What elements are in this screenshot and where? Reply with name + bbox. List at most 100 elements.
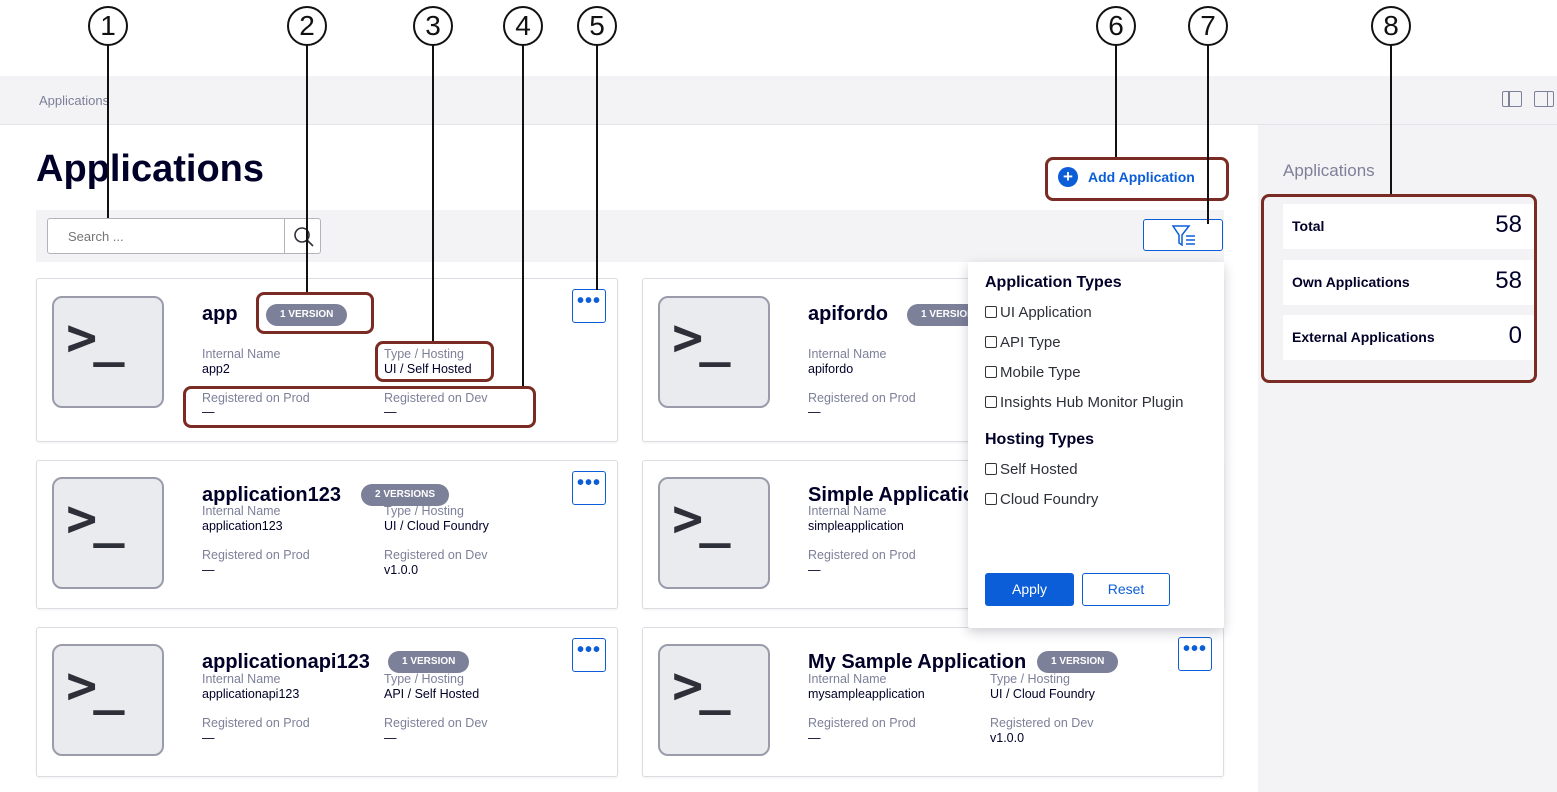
more-options-button[interactable]: ••• (572, 471, 606, 505)
registered-prod-label: Registered on Prod (808, 716, 916, 730)
checkbox[interactable] (985, 396, 997, 408)
registered-dev-label: Registered on Dev (990, 716, 1094, 730)
breadcrumb[interactable]: Applications (39, 93, 109, 108)
filter-button[interactable] (1143, 219, 1223, 251)
type-hosting-value: API / Self Hosted (384, 687, 480, 701)
registered-prod-value: — (808, 563, 821, 577)
type-hosting-label: Type / Hosting (384, 672, 464, 686)
stat-external-applications: External Applications 0 (1283, 315, 1534, 360)
filter-option-label: Mobile Type (1000, 364, 1081, 381)
internal-name-value: apifordo (808, 362, 854, 376)
add-application-label: Add Application (1088, 169, 1195, 185)
add-application-button[interactable]: + Add Application (1058, 163, 1208, 191)
callout-6: 6 (1096, 6, 1136, 46)
checkbox[interactable] (985, 306, 997, 318)
internal-name-label: Internal Name (202, 672, 281, 686)
application-card[interactable]: >_ applicationapi123 1 VERSION Internal … (36, 627, 618, 777)
stat-own-applications: Own Applications 58 (1283, 260, 1534, 305)
checkbox[interactable] (985, 366, 997, 378)
callout-line (306, 44, 308, 292)
internal-name-label: Internal Name (808, 504, 887, 518)
filter-option-mobile-type[interactable]: Mobile Type (985, 362, 1207, 383)
filter-option-label: Self Hosted (1000, 461, 1078, 478)
callout-line (522, 44, 524, 386)
registered-prod-label: Registered on Prod (808, 391, 916, 405)
application-name[interactable]: My Sample Application (808, 651, 1026, 674)
registered-prod-value: — (202, 405, 215, 419)
sidebar-title: Applications (1283, 161, 1375, 180)
application-card[interactable]: >_ My Sample Application 1 VERSION Inter… (642, 627, 1224, 777)
search-icon (294, 227, 314, 247)
version-badge: 1 VERSION (266, 304, 348, 326)
application-card[interactable]: >_ application123 2 VERSIONS Internal Na… (36, 460, 618, 609)
terminal-icon: >_ (658, 644, 770, 756)
terminal-icon: >_ (52, 296, 164, 408)
application-card[interactable]: >_ app 1 VERSION Internal Name app2 Type… (36, 278, 618, 442)
callout-line (1115, 44, 1117, 157)
registered-dev-value: v1.0.0 (990, 731, 1025, 745)
registered-prod-value: — (202, 731, 215, 745)
filter-popover: Application Types UI Application API Typ… (968, 262, 1224, 628)
callout-line (107, 44, 109, 218)
callout-3: 3 (413, 6, 453, 46)
filter-option-api-type[interactable]: API Type (985, 332, 1207, 353)
registered-dev-value: v1.0.0 (384, 563, 419, 577)
reset-button[interactable]: Reset (1082, 573, 1170, 606)
registered-dev-value: — (384, 731, 397, 745)
checkbox[interactable] (985, 336, 997, 348)
registered-dev-value: — (384, 405, 397, 419)
filter-option-label: Cloud Foundry (1000, 491, 1099, 508)
apply-button[interactable]: Apply (985, 573, 1074, 606)
filter-option-label: API Type (1000, 334, 1061, 351)
stat-label: External Applications (1292, 329, 1435, 345)
application-types-heading: Application Types (985, 274, 1122, 291)
stat-value: 58 (1495, 211, 1522, 238)
internal-name-label: Internal Name (808, 347, 887, 361)
stat-label: Own Applications (1292, 274, 1410, 290)
callout-8: 8 (1371, 6, 1411, 46)
type-hosting-label: Type / Hosting (384, 347, 464, 361)
type-hosting-label: Type / Hosting (384, 504, 464, 518)
stat-value: 0 (1508, 322, 1522, 349)
layout-left-panel-icon[interactable] (1502, 91, 1522, 107)
version-badge: 2 VERSIONS (361, 484, 450, 506)
application-name[interactable]: app (202, 303, 238, 326)
filter-option-insights-hub-monitor-plugin[interactable]: Insights Hub Monitor Plugin (985, 392, 1207, 413)
registered-prod-label: Registered on Prod (808, 548, 916, 562)
terminal-icon: >_ (658, 296, 770, 408)
callout-line (432, 44, 434, 341)
more-options-button[interactable]: ••• (1178, 637, 1212, 671)
callout-line (1207, 44, 1209, 224)
filter-option-ui-application[interactable]: UI Application (985, 302, 1207, 323)
checkbox[interactable] (985, 463, 997, 475)
page-title: Applications (36, 148, 265, 190)
callout-5: 5 (577, 6, 617, 46)
registered-dev-label: Registered on Dev (384, 548, 488, 562)
registered-prod-label: Registered on Prod (202, 716, 310, 730)
top-bar: Applications (0, 76, 1557, 125)
search-button[interactable] (284, 218, 321, 254)
layout-right-panel-icon[interactable] (1534, 91, 1554, 107)
terminal-icon: >_ (52, 644, 164, 756)
callout-2: 2 (287, 6, 327, 46)
checkbox[interactable] (985, 493, 997, 505)
more-options-button[interactable]: ••• (572, 289, 606, 323)
callout-1: 1 (88, 6, 128, 46)
filter-option-self-hosted[interactable]: Self Hosted (985, 459, 1207, 480)
more-options-button[interactable]: ••• (572, 638, 606, 672)
filter-option-cloud-foundry[interactable]: Cloud Foundry (985, 489, 1207, 510)
application-name[interactable]: apifordo (808, 303, 888, 326)
callout-line (1390, 44, 1392, 194)
filter-option-label: UI Application (1000, 304, 1092, 321)
search-input[interactable] (47, 218, 285, 254)
registered-prod-label: Registered on Prod (202, 548, 310, 562)
internal-name-value: mysampleapplication (808, 687, 925, 701)
registered-dev-label: Registered on Dev (384, 391, 488, 405)
type-hosting-value: UI / Cloud Foundry (384, 519, 489, 533)
registered-prod-label: Registered on Prod (202, 391, 310, 405)
registered-prod-value: — (202, 563, 215, 577)
stat-total: Total 58 (1283, 204, 1534, 249)
application-name[interactable]: applicationapi123 (202, 651, 370, 674)
callout-4: 4 (503, 6, 543, 46)
internal-name-value: application123 (202, 519, 283, 533)
